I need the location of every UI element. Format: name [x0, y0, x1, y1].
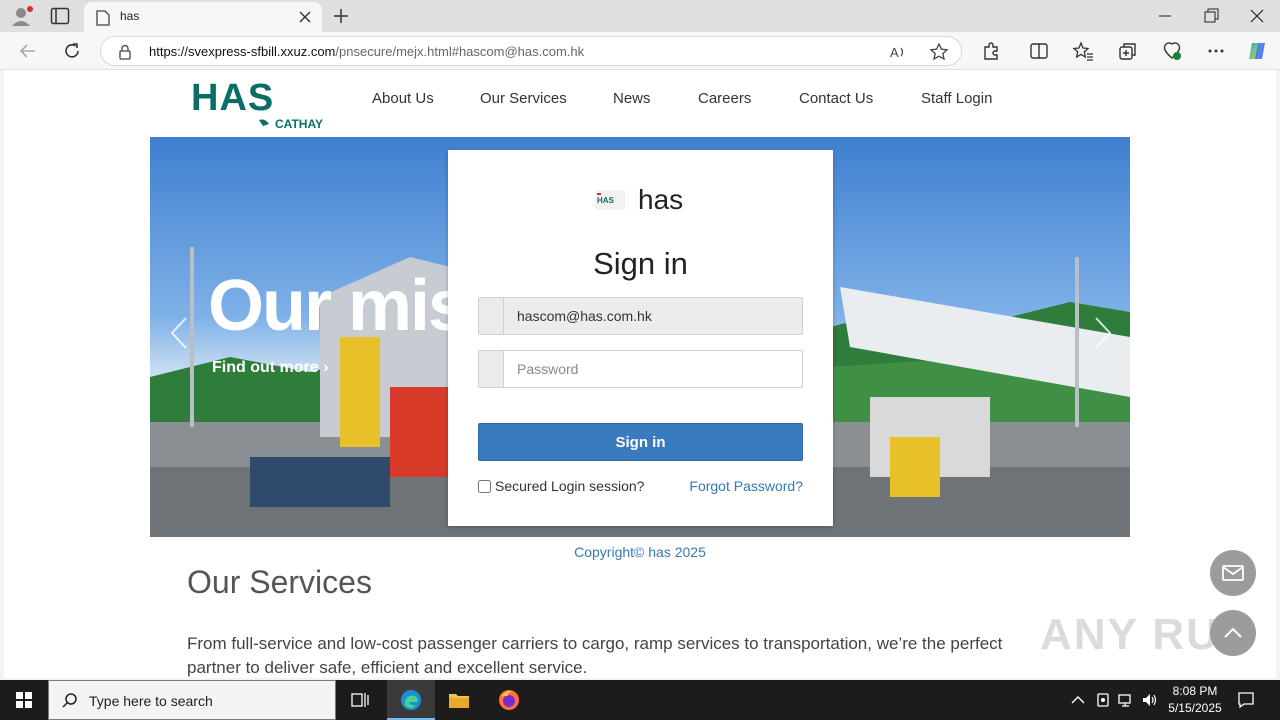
task-view-icon	[351, 693, 369, 707]
email-field-group	[478, 297, 803, 335]
forgot-password-link[interactable]: Forgot Password?	[689, 478, 803, 494]
brand-logo-icon: HAS	[595, 190, 625, 210]
folder-icon	[449, 694, 469, 708]
read-aloud-icon[interactable]: A	[889, 43, 907, 61]
copilot-icon[interactable]	[1246, 40, 1268, 62]
carousel-next-icon[interactable]	[1092, 315, 1114, 351]
has-cathay-logo[interactable]: HAS CATHAY	[191, 78, 331, 130]
url-host: https://svexpress-sfbill.xxuz.com	[149, 44, 336, 59]
windows-taskbar: Type here to search 8:08 PM 5/15/2025	[0, 680, 1280, 720]
password-addon	[479, 351, 504, 387]
tab-title: has	[120, 9, 140, 23]
secured-login-label[interactable]: Secured Login session?	[478, 478, 644, 494]
password-input[interactable]	[505, 351, 802, 387]
nav-staff-login[interactable]: Staff Login	[921, 90, 992, 107]
back-icon[interactable]	[18, 41, 38, 61]
email-input[interactable]	[505, 298, 802, 334]
mail-icon	[1222, 565, 1244, 581]
network-icon[interactable]	[1117, 691, 1135, 709]
tray-device-icon[interactable]	[1094, 691, 1112, 709]
services-description: From full-service and low-cost passenger…	[187, 634, 1003, 677]
sign-in-button[interactable]: Sign in	[478, 423, 803, 461]
address-toolbar: https://svexpress-sfbill.xxuz.com/pnsecu…	[0, 32, 1280, 70]
taskbar-edge[interactable]	[387, 680, 435, 720]
hero-headline: Our mis	[208, 266, 468, 346]
brand-logo-text: HAS	[597, 196, 615, 205]
clock-time: 8:08 PM	[1172, 684, 1218, 698]
collections-icon[interactable]	[1117, 40, 1139, 62]
clock-date: 5/15/2025	[1168, 701, 1222, 715]
nav-news[interactable]: News	[613, 90, 651, 107]
secured-login-text: Secured Login session?	[495, 478, 645, 494]
url-path: /pnsecure/mejx.html#hascom@has.com.hk	[335, 44, 585, 59]
restore-icon[interactable]	[1201, 6, 1221, 26]
services-title: Our Services	[187, 564, 372, 600]
taskbar-search-box[interactable]: Type here to search	[48, 680, 336, 720]
taskbar-firefox[interactable]	[485, 680, 533, 720]
sign-in-heading: Sign in	[593, 246, 688, 281]
refresh-icon[interactable]	[62, 41, 82, 61]
split-screen-icon[interactable]	[1028, 40, 1050, 62]
password-field-group	[478, 350, 803, 388]
logo-subtext: CATHAY	[275, 117, 323, 130]
email-addon	[479, 298, 504, 334]
search-icon	[62, 693, 77, 708]
profile-icon[interactable]	[10, 5, 34, 27]
taskbar-file-explorer[interactable]	[435, 680, 483, 720]
windows-start-icon[interactable]	[0, 680, 48, 720]
task-view-button[interactable]	[336, 680, 384, 720]
hero-find-out-more-link[interactable]: Find out more ›	[212, 359, 328, 377]
nav-careers[interactable]: Careers	[698, 90, 751, 107]
url-text[interactable]: https://svexpress-sfbill.xxuz.com/pnsecu…	[149, 44, 584, 59]
taskbar-clock[interactable]: 8:08 PM 5/15/2025	[1160, 683, 1230, 717]
volume-icon[interactable]	[1141, 691, 1159, 709]
nav-contact-us[interactable]: Contact Us	[799, 90, 873, 107]
browser-tab-active[interactable]: has	[84, 2, 322, 32]
lock-icon[interactable]	[118, 44, 132, 60]
copyright-text: Copyright© has 2025	[574, 544, 706, 560]
minimize-icon[interactable]	[1155, 6, 1175, 26]
brand-name: has	[638, 184, 684, 215]
svg-text:A: A	[890, 45, 899, 60]
close-window-icon[interactable]	[1247, 6, 1267, 26]
contact-mail-button[interactable]	[1210, 550, 1256, 596]
scroll-to-top-button[interactable]	[1210, 610, 1256, 656]
browser-essentials-icon[interactable]	[1161, 40, 1183, 62]
browser-tab-bar: has	[0, 0, 1280, 32]
sign-in-modal: HAS has Sign in Sign in Secured Login se…	[448, 150, 833, 526]
new-tab-icon[interactable]	[332, 7, 350, 25]
extensions-icon[interactable]	[980, 40, 1002, 62]
notification-icon[interactable]	[1236, 690, 1256, 710]
favorites-icon[interactable]	[1072, 40, 1094, 62]
secured-login-checkbox[interactable]	[478, 480, 491, 493]
chevron-up-icon	[1224, 627, 1242, 638]
page-viewport: HAS CATHAY About Us Our Services News Ca…	[4, 70, 1276, 678]
logo-text: HAS	[191, 78, 274, 119]
firefox-icon	[499, 690, 519, 710]
add-favorite-icon[interactable]	[929, 42, 949, 62]
nav-about-us[interactable]: About Us	[372, 90, 434, 107]
page-icon	[96, 10, 110, 26]
edge-icon	[401, 690, 421, 710]
tab-actions-icon[interactable]	[50, 7, 70, 25]
taskbar-search-placeholder: Type here to search	[89, 693, 213, 709]
more-menu-icon[interactable]	[1205, 40, 1227, 62]
nav-our-services[interactable]: Our Services	[480, 90, 567, 107]
tray-chevron-up-icon[interactable]	[1069, 691, 1087, 709]
carousel-prev-icon[interactable]	[168, 315, 190, 351]
url-bar[interactable]: https://svexpress-sfbill.xxuz.com/pnsecu…	[100, 36, 962, 66]
close-tab-icon[interactable]	[298, 10, 312, 24]
